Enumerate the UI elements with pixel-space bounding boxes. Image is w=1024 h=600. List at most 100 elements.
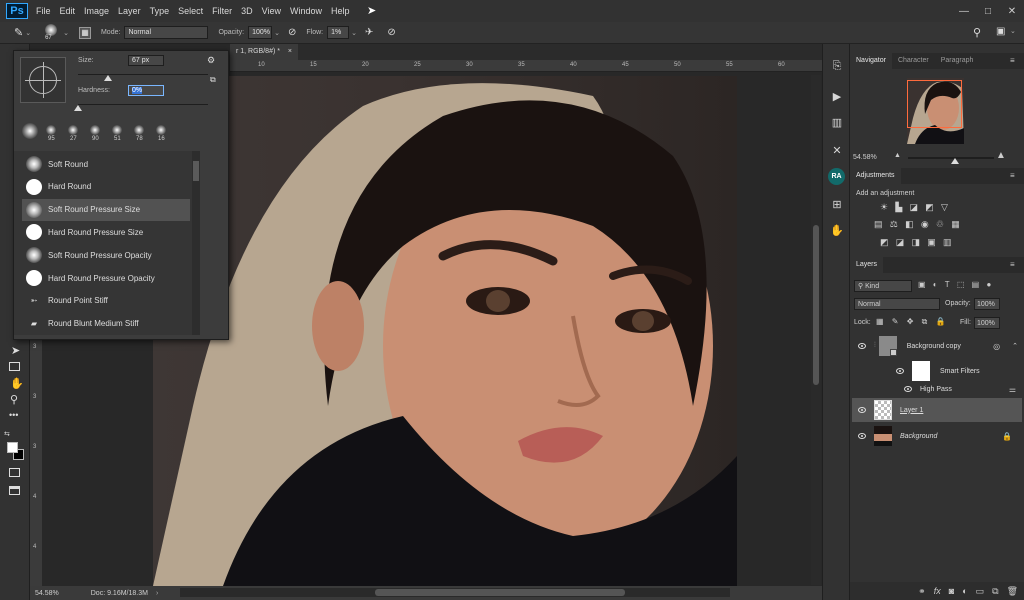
panel-menu-icon[interactable]: ≡ <box>1010 171 1015 180</box>
minimize-button[interactable]: — <box>952 6 976 17</box>
chevron-down-icon[interactable]: ⌄ <box>1010 27 1016 35</box>
photo-filter-icon[interactable]: ◉ <box>921 219 929 229</box>
hand-tool-icon[interactable]: ✋ <box>10 377 24 390</box>
curves-icon[interactable]: ◪ <box>909 202 918 212</box>
new-layer-icon[interactable]: ⧉ <box>992 586 998 597</box>
view-box[interactable] <box>907 80 962 128</box>
foreground-color-swatch[interactable] <box>7 442 18 453</box>
visibility-eye-icon[interactable] <box>858 433 866 439</box>
hardness-field[interactable]: 0% <box>128 85 164 96</box>
layer-row-high-pass[interactable]: High Pass ⚌ <box>852 380 1022 398</box>
fx-icon[interactable]: fx <box>934 586 941 596</box>
brush-preset-item[interactable]: ▰ Round Blunt Medium Stiff <box>22 313 190 335</box>
histogram-icon[interactable]: ▥ <box>829 114 845 130</box>
gradient-map-icon[interactable]: ▥ <box>943 237 952 247</box>
panel-menu-icon[interactable]: ≡ <box>1010 260 1015 269</box>
mode-select[interactable]: Normal <box>124 26 209 39</box>
filter-toggle-icon[interactable]: ● <box>986 280 991 289</box>
recent-brush[interactable] <box>134 125 144 135</box>
hardness-slider[interactable] <box>74 104 208 111</box>
chevron-up-icon[interactable]: ⌃ <box>1012 342 1018 350</box>
brush-angle-preview[interactable] <box>20 57 66 103</box>
lock-artboard-icon[interactable]: ⧉ <box>922 317 928 326</box>
menu-image[interactable]: Image <box>84 6 109 16</box>
size-field[interactable]: 67 px <box>128 55 164 66</box>
smart-object-thumbnail[interactable] <box>878 336 897 356</box>
filter-mask-thumbnail[interactable] <box>912 361 930 381</box>
navigator-thumbnail[interactable] <box>907 78 964 144</box>
scroll-thumb[interactable] <box>813 225 819 385</box>
close-window-button[interactable]: ✕ <box>1000 6 1024 17</box>
workspace-icon[interactable]: ▣ <box>996 26 1005 37</box>
recent-brush[interactable] <box>90 125 100 135</box>
new-adjustment-layer-icon[interactable]: ◐ <box>962 586 967 596</box>
brush-preset-item[interactable]: Soft Round Pressure Opacity <box>22 244 190 266</box>
tab-navigator[interactable]: Navigator <box>850 53 892 69</box>
background-thumbnail[interactable] <box>874 426 892 446</box>
flow-field[interactable]: 1% <box>327 26 350 39</box>
lock-transparent-icon[interactable]: ▦ <box>876 317 884 326</box>
chevron-down-icon[interactable]: ⌄ <box>274 29 280 37</box>
tab-layers[interactable]: Layers <box>850 257 884 273</box>
lock-image-icon[interactable]: ✎ <box>892 317 899 326</box>
more-tools-icon[interactable]: ••• <box>9 410 18 420</box>
tab-paragraph[interactable]: Paragraph <box>935 53 980 69</box>
selective-color-icon[interactable]: ▣ <box>927 237 936 247</box>
layer-row-layer-1[interactable]: Layer 1 <box>852 398 1022 422</box>
layer-row-background-copy[interactable]: ⫶ Background copy ◎ ⌃ <box>852 334 1022 358</box>
transparent-layer-thumbnail[interactable] <box>874 400 892 420</box>
menu-window[interactable]: Window <box>290 6 322 16</box>
preset-list-scrollbar[interactable] <box>192 151 200 335</box>
menu-layer[interactable]: Layer <box>118 6 141 16</box>
lock-all-icon[interactable]: 🔒 <box>936 317 946 326</box>
layer-opacity-field[interactable]: 100% <box>974 298 1000 310</box>
recent-brush[interactable] <box>156 125 166 135</box>
scroll-thumb[interactable] <box>193 161 199 181</box>
link-layers-icon[interactable]: ⚭ <box>918 586 926 597</box>
menu-select[interactable]: Select <box>178 6 203 16</box>
menu-type[interactable]: Type <box>150 6 170 16</box>
maximize-button[interactable]: □ <box>976 6 1000 17</box>
path-selection-tool-icon[interactable]: ➤ <box>11 344 20 357</box>
search-icon[interactable]: ⚲ <box>973 26 981 39</box>
layer-filter-select[interactable]: ⚲ Kind <box>854 280 912 292</box>
type-filter-icon[interactable]: T <box>945 280 950 289</box>
chevron-right-icon[interactable]: › <box>156 590 158 597</box>
ra-plugin-icon[interactable]: RA <box>828 168 845 185</box>
menu-3d[interactable]: 3D <box>241 6 253 16</box>
scroll-thumb[interactable] <box>375 589 625 596</box>
shape-filter-icon[interactable]: ⬚ <box>957 280 965 289</box>
color-lookup-icon[interactable]: ▦ <box>951 219 960 229</box>
visibility-eye-icon[interactable] <box>858 407 866 413</box>
layer-name[interactable]: Smart Filters <box>940 368 980 375</box>
zoom-slider[interactable] <box>908 157 994 164</box>
opacity-field[interactable]: 100% <box>248 26 273 39</box>
canvas-image[interactable] <box>153 76 737 586</box>
swap-colors-icon[interactable]: ⇆ <box>4 430 10 438</box>
fill-field[interactable]: 100% <box>974 317 1000 329</box>
brush-preset-item[interactable]: Hard Round Pressure Size <box>22 221 190 243</box>
threshold-icon[interactable]: ◨ <box>912 237 921 247</box>
quick-mask-icon[interactable] <box>9 468 20 477</box>
visibility-eye-icon[interactable] <box>904 386 912 392</box>
close-tab-button[interactable]: × <box>288 48 292 55</box>
layer-name[interactable]: High Pass <box>920 386 952 393</box>
actions-play-icon[interactable]: ▶ <box>829 88 845 104</box>
visibility-eye-icon[interactable] <box>896 368 904 374</box>
brightness-icon[interactable]: ☀ <box>880 202 888 212</box>
zoom-out-icon[interactable]: ▲ <box>894 152 901 159</box>
levels-icon[interactable]: ▙ <box>895 202 902 212</box>
pixel-filter-icon[interactable]: ▣ <box>918 280 926 289</box>
menu-help[interactable]: Help <box>331 6 350 16</box>
brush-preset-item[interactable]: ➵ Round Point Stiff <box>22 290 190 312</box>
layer-name[interactable]: Layer 1 <box>900 407 923 414</box>
menu-file[interactable]: File <box>36 6 51 16</box>
smart-object-filter-icon[interactable]: ▤ <box>972 280 980 289</box>
brush-preset-item[interactable]: Hard Round Pressure Opacity <box>22 267 190 289</box>
adjustment-filter-icon[interactable]: ◐ <box>933 280 938 289</box>
zoom-tool-icon[interactable]: ⚲ <box>10 393 18 406</box>
tab-adjustments[interactable]: Adjustments <box>850 168 901 184</box>
hardness-slider-handle[interactable] <box>74 105 82 111</box>
recent-brush[interactable] <box>112 125 122 135</box>
posterize-icon[interactable]: ◪ <box>896 237 905 247</box>
